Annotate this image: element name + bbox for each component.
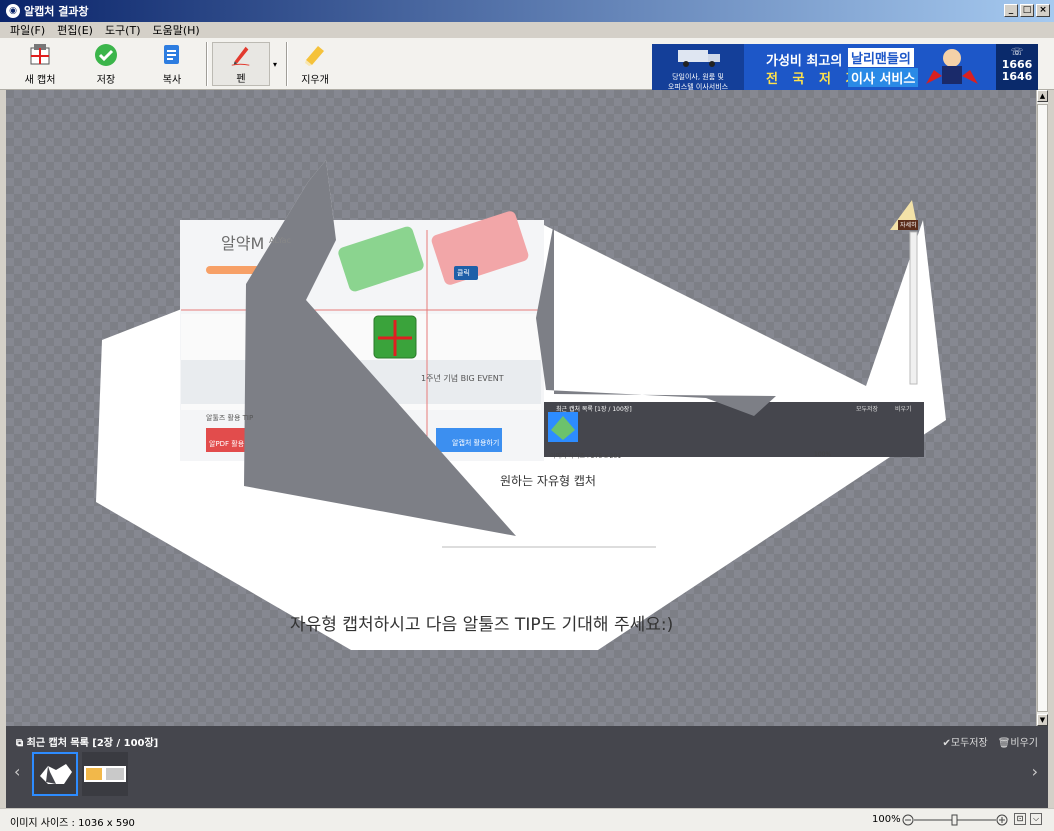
scroll-up-icon[interactable]: ▲ [1037,90,1048,102]
freeform-thumb-icon [40,764,72,784]
pen-dropdown-icon[interactable]: ▾ [273,60,277,69]
menu-tools[interactable]: 도구(T) [105,22,141,38]
recent-thumb-2[interactable] [82,752,128,796]
ad-line4: 이사 서비스 [848,68,919,87]
copy-button[interactable]: 복사 [144,42,200,86]
eraser-button[interactable]: 지우개 [287,42,343,86]
pen-label: 펜 [236,74,246,85]
inner-recent-title: 최근 캡처 목록 [1장 / 100장] [556,406,632,413]
check-icon [95,44,117,66]
window-stack-icon: ⧉ [16,738,27,749]
new-capture-label: 새 캡처 [24,75,56,86]
vertical-scrollbar[interactable]: ▲ ▼ [1036,90,1048,726]
expand-icon[interactable]: ⌵ [1030,813,1042,825]
ad-sub2: 오피스텔 이사서비스 [667,83,729,90]
status-bar: 이미지 사이즈 : 1036 x 590 100% ⊡ ⌵ [0,808,1054,831]
check-small-icon: ✔ [942,738,951,749]
image-size: 이미지 사이즈 : 1036 x 590 [10,818,135,829]
recent-actions: ✔모두저장 🗑비우기 [942,734,1038,749]
eraser-label: 지우개 [301,75,329,86]
ad-line1: 가성비 최고의 [766,54,843,69]
inner-ad-label: 자세히 [900,222,917,229]
inner-save-all: 모두저장 [856,406,879,413]
inner-tip-text: 알툴즈 활용 TIP [206,414,254,422]
save-all-button[interactable]: ✔모두저장 [942,734,987,749]
inner-btn-right: 알캡처 활용하기 [452,439,500,447]
eraser-icon [305,46,324,66]
inner-clear: 비우기 [895,406,912,413]
new-capture-button[interactable]: 새 캡처 [12,42,68,86]
menu-help[interactable]: 도움말(H) [152,22,199,38]
menu-edit[interactable]: 편집(E) [57,22,93,38]
inner-click-label: 클릭 [457,269,470,277]
zoom-level: 100% [872,814,901,825]
fit-icon[interactable]: ⊡ [1014,813,1026,825]
pen-icon [231,46,250,66]
ad-truck-icon: 당일이사, 원룸 및 오피스텔 이사서비스 [652,44,744,90]
screenshot-thumb-icon [84,766,126,782]
scroll-down-icon[interactable]: ▼ [1037,714,1048,726]
toolbar-separator [206,42,208,86]
recent-title: 최근 캡처 목록 [2장 / 100장] [26,738,159,749]
recent-next-icon[interactable]: › [1032,762,1038,781]
inner-event-text: 1주년 기념 BIG EVENT [421,374,504,383]
zoom-slider[interactable] [902,813,1012,827]
app-icon: ◉ [6,4,20,18]
inner-logo: 알약M [221,234,265,253]
ad-line3: 날리맨들의 [848,48,914,67]
maximize-button[interactable]: □ [1020,4,1034,17]
recent-captures-panel: ⧉ 최근 캡처 목록 [2장 / 100장] ✔모두저장 🗑비우기 ‹ › [6,726,1048,808]
inner-btn-left: 알PDF 활용 [209,440,245,448]
close-button[interactable]: × [1036,4,1050,17]
save-button[interactable]: 저장 [78,42,134,86]
trash-icon: 🗑 [997,738,1011,749]
ad-phone2: 1646 [1001,70,1033,83]
save-label: 저장 [96,75,116,86]
ad-sub1: 당일이사, 원룸 및 [672,73,724,81]
recent-prev-icon[interactable]: ‹ [14,762,20,781]
clear-label: 비우기 [1010,738,1038,749]
inner-zoom-text: 100% [814,451,832,458]
truck-icon [678,50,720,67]
inner-size-text: 이미지 사이즈 : 275 x 201 [550,453,622,460]
window-title: 알캡처 결과창 [24,5,89,18]
mascot-icon [926,49,978,84]
inner-scrollbar [909,231,918,385]
pen-button[interactable]: 펜 [212,42,270,86]
zoom-slider-thumb[interactable] [951,814,958,826]
scroll-thumb[interactable] [1037,104,1048,712]
save-all-label: 모두저장 [950,738,988,749]
caption-large: 자유형 캡처하시고 다음 알툴즈 TIP도 기대해 주세요:) [290,615,674,635]
clear-button[interactable]: 🗑비우기 [998,734,1038,749]
app-window: ◉ 알캡처 결과창 _ □ × 파일(F) 편집(E) 도구(T) 도움말(H)… [0,0,1054,831]
capture-canvas[interactable]: 알약M ALYac 클릭 1주년 기념 BIG EVENT 알툴즈 활용 TIP… [6,90,1036,726]
copy-icon [164,45,179,64]
ad-phone: ☏ 1666 1646 [996,44,1038,90]
ad-banner[interactable]: 당일이사, 원룸 및 오피스텔 이사서비스 가성비 최고의 전 국 저 가 날리… [652,44,1038,90]
recent-title-wrap: ⧉ 최근 캡처 목록 [2장 / 100장] [16,734,158,749]
menu-bar: 파일(F) 편집(E) 도구(T) 도움말(H) [0,22,1054,38]
caption-small: 원하는 자유형 캡처 [500,474,596,488]
new-capture-icon [30,44,50,65]
copy-label: 복사 [162,75,182,86]
inner-logo-sub: ALYac [269,236,291,245]
recent-thumb-1[interactable] [32,752,78,796]
title-bar: ◉ 알캡처 결과창 _ □ × [0,0,1054,22]
minimize-button[interactable]: _ [1004,4,1018,17]
menu-file[interactable]: 파일(F) [10,22,45,38]
